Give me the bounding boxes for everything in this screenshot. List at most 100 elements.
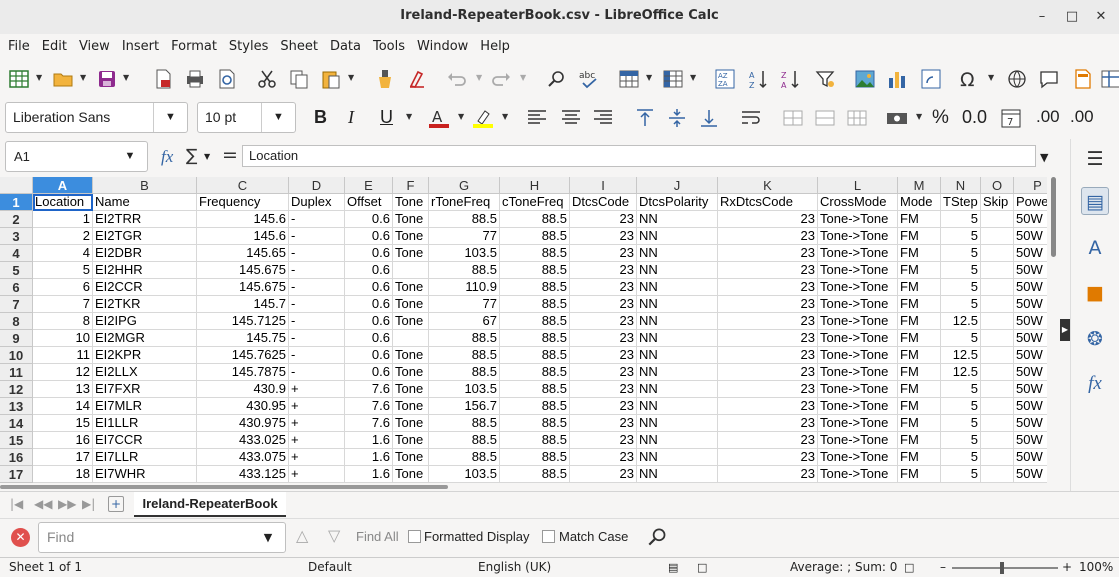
data-cell[interactable]: FM xyxy=(898,279,941,296)
data-cell[interactable]: Tone xyxy=(393,449,429,466)
data-cell[interactable]: 0.6 xyxy=(345,296,393,313)
data-cell[interactable]: 50W xyxy=(1014,279,1047,296)
menu-insert[interactable]: Insert xyxy=(116,34,165,59)
data-cell[interactable]: NN xyxy=(637,347,718,364)
row-header-15[interactable]: 15 xyxy=(0,432,33,449)
formula-input[interactable]: Location xyxy=(242,145,1036,167)
column-header-e[interactable]: E xyxy=(345,177,393,194)
row-header-4[interactable]: 4 xyxy=(0,245,33,262)
data-cell[interactable]: Tone->Tone xyxy=(818,415,898,432)
font-color-icon[interactable]: A xyxy=(428,107,450,129)
data-cell[interactable]: FM xyxy=(898,262,941,279)
column-header-i[interactable]: I xyxy=(570,177,637,194)
find-replace-dialog-icon[interactable] xyxy=(646,525,670,549)
data-cell[interactable]: 5 xyxy=(33,262,93,279)
data-cell[interactable]: - xyxy=(289,262,345,279)
data-cell[interactable]: 88.5 xyxy=(500,296,570,313)
data-cell[interactable]: 23 xyxy=(718,330,818,347)
data-cell[interactable]: 0.6 xyxy=(345,330,393,347)
close-find-bar-icon[interactable]: ✕ xyxy=(11,528,30,547)
data-cell[interactable]: 110.9 xyxy=(429,279,500,296)
data-cell[interactable]: 145.6 xyxy=(197,211,289,228)
data-cell[interactable] xyxy=(981,381,1014,398)
data-cell[interactable] xyxy=(981,211,1014,228)
language-indicator[interactable]: English (UK) xyxy=(478,558,551,577)
open-folder-icon[interactable] xyxy=(52,68,74,90)
sidebar-toggle-icon[interactable]: ▶ xyxy=(1060,319,1070,341)
column-header-k[interactable]: K xyxy=(718,177,818,194)
data-cell[interactable]: - xyxy=(289,279,345,296)
data-cell[interactable]: 18 xyxy=(33,466,93,483)
data-cell[interactable]: 6 xyxy=(33,279,93,296)
row-header-16[interactable]: 16 xyxy=(0,449,33,466)
data-cell[interactable]: 145.675 xyxy=(197,262,289,279)
data-cell[interactable]: 50W xyxy=(1014,211,1047,228)
data-cell[interactable]: 0.6 xyxy=(345,211,393,228)
print-preview-icon[interactable] xyxy=(216,68,238,90)
data-cell[interactable]: 50W xyxy=(1014,313,1047,330)
data-cell[interactable]: - xyxy=(289,364,345,381)
data-cell[interactable]: EI7WHR xyxy=(93,466,197,483)
data-cell[interactable]: 88.5 xyxy=(500,228,570,245)
header-cell[interactable]: Offset xyxy=(345,194,393,211)
header-cell[interactable]: TStep xyxy=(941,194,981,211)
freeze-rows-icon[interactable] xyxy=(1100,68,1119,90)
wrap-text-icon[interactable] xyxy=(740,107,762,129)
header-cell[interactable]: Location xyxy=(33,194,93,211)
data-cell[interactable]: 145.6 xyxy=(197,228,289,245)
formula-icon[interactable]: = xyxy=(222,144,238,166)
spelling-icon[interactable]: abc xyxy=(578,68,600,90)
sum-dropdown-icon[interactable]: ▼ xyxy=(204,152,210,161)
data-cell[interactable]: 50W xyxy=(1014,330,1047,347)
data-cell[interactable]: NN xyxy=(637,245,718,262)
header-cell[interactable]: Duplex xyxy=(289,194,345,211)
data-cell[interactable]: 77 xyxy=(429,228,500,245)
header-cell[interactable]: RxDtcsCode xyxy=(718,194,818,211)
row-header-9[interactable]: 9 xyxy=(0,330,33,347)
save-icon[interactable] xyxy=(96,68,118,90)
data-cell[interactable]: 88.5 xyxy=(429,211,500,228)
undo-icon[interactable] xyxy=(446,68,468,90)
zoom-slider[interactable] xyxy=(952,562,1058,574)
data-cell[interactable]: - xyxy=(289,211,345,228)
data-cell[interactable]: Tone xyxy=(393,466,429,483)
data-cell[interactable]: FM xyxy=(898,313,941,330)
font-size-dropdown-icon[interactable]: ▼ xyxy=(261,103,295,132)
data-cell[interactable]: 12.5 xyxy=(941,364,981,381)
select-all-corner[interactable] xyxy=(0,177,33,194)
data-cell[interactable]: + xyxy=(289,398,345,415)
data-cell[interactable]: 7.6 xyxy=(345,381,393,398)
data-cell[interactable]: 23 xyxy=(718,279,818,296)
row-header-13[interactable]: 13 xyxy=(0,398,33,415)
data-cell[interactable]: 8 xyxy=(33,313,93,330)
zoom-in-icon[interactable]: + xyxy=(1062,558,1072,577)
data-cell[interactable]: 88.5 xyxy=(500,449,570,466)
row-header-12[interactable]: 12 xyxy=(0,381,33,398)
data-cell[interactable]: 15 xyxy=(33,415,93,432)
data-cell[interactable]: NN xyxy=(637,432,718,449)
row-header-8[interactable]: 8 xyxy=(0,313,33,330)
match-case-checkbox[interactable] xyxy=(542,530,555,543)
data-cell[interactable]: NN xyxy=(637,296,718,313)
data-cell[interactable]: 50W xyxy=(1014,415,1047,432)
insert-chart-icon[interactable] xyxy=(886,68,908,90)
pivot-table-icon[interactable] xyxy=(920,68,942,90)
row-header-17[interactable]: 17 xyxy=(0,466,33,483)
data-cell[interactable] xyxy=(981,432,1014,449)
zoom-slider-handle[interactable] xyxy=(1000,562,1004,574)
header-cell[interactable]: Power xyxy=(1014,194,1047,211)
data-cell[interactable]: Tone->Tone xyxy=(818,432,898,449)
align-center-icon[interactable] xyxy=(560,107,582,129)
data-cell[interactable]: 433.025 xyxy=(197,432,289,449)
data-cell[interactable]: 5 xyxy=(941,381,981,398)
data-cell[interactable] xyxy=(981,330,1014,347)
data-cell[interactable]: 67 xyxy=(429,313,500,330)
data-cell[interactable]: 23 xyxy=(570,279,637,296)
row-header-10[interactable]: 10 xyxy=(0,347,33,364)
data-cell[interactable]: 88.5 xyxy=(429,330,500,347)
data-cell[interactable]: + xyxy=(289,432,345,449)
data-cell[interactable]: 88.5 xyxy=(500,364,570,381)
data-cell[interactable]: 88.5 xyxy=(429,432,500,449)
data-cell[interactable]: 50W xyxy=(1014,296,1047,313)
styles-icon[interactable]: A xyxy=(1081,234,1109,262)
